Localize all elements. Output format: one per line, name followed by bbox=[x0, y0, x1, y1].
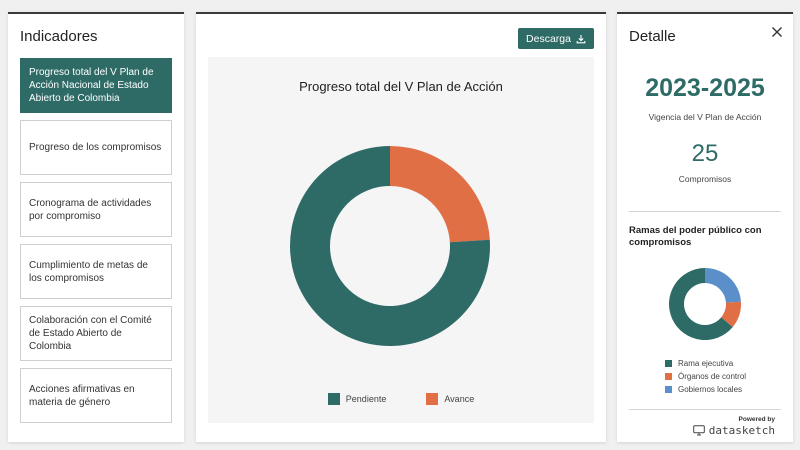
legend-swatch-organos-control bbox=[665, 373, 672, 380]
indicator-list: Progreso total del V Plan de Acción Naci… bbox=[20, 58, 172, 430]
datasketch-logo[interactable]: datasketch bbox=[692, 424, 775, 437]
legend-swatch-gobiernos-locales bbox=[665, 386, 672, 393]
legend-label-gobiernos-locales: Gobiernos locales bbox=[678, 385, 743, 394]
chart-legend: Pendiente Avance bbox=[208, 393, 594, 405]
monitor-icon bbox=[692, 425, 705, 436]
download-label: Descarga bbox=[526, 32, 571, 45]
legend-item-pendiente: Pendiente bbox=[327, 393, 387, 405]
legend-swatch-rama-ejecutiva bbox=[665, 360, 672, 367]
legend-swatch-pendiente bbox=[327, 393, 340, 405]
chart-title: Progreso total del V Plan de Acción bbox=[299, 79, 503, 94]
legend-swatch-avance bbox=[426, 393, 439, 405]
download-button[interactable]: Descarga bbox=[518, 28, 594, 49]
close-icon[interactable] bbox=[771, 26, 783, 42]
chart-area: Progreso total del V Plan de Acción Pend… bbox=[208, 57, 594, 423]
indicator-item-progreso-total[interactable]: Progreso total del V Plan de Acción Naci… bbox=[20, 58, 172, 113]
branches-title: Ramas del poder público con compromisos bbox=[629, 225, 762, 248]
legend-item-avance: Avance bbox=[426, 393, 474, 405]
legend-label-organos-control: Órganos de control bbox=[678, 372, 747, 381]
brand-name: datasketch bbox=[708, 424, 775, 437]
commitments-label: Compromisos bbox=[678, 174, 732, 184]
branches-donut-chart bbox=[669, 268, 741, 340]
indicators-title: Indicadores bbox=[20, 28, 98, 45]
detail-title: Detalle bbox=[629, 28, 676, 45]
footer-divider bbox=[629, 409, 781, 410]
legend-item-gobiernos-locales: Gobiernos locales bbox=[665, 383, 746, 396]
detail-panel: Detalle 2023-2025 Vigencia del V Plan de… bbox=[617, 12, 793, 442]
indicator-item-progreso-compromisos[interactable]: Progreso de los compromisos bbox=[20, 120, 172, 175]
download-icon bbox=[576, 34, 586, 43]
powered-by-label: Powered by bbox=[738, 416, 775, 423]
legend-item-rama-ejecutiva: Rama ejecutiva bbox=[665, 357, 746, 370]
period-label: Vigencia del V Plan de Acción bbox=[648, 112, 762, 122]
progress-donut-chart bbox=[290, 146, 490, 346]
progress-slice-avance[interactable] bbox=[390, 146, 490, 243]
indicator-item-cronograma[interactable]: Cronograma de actividades por compromiso bbox=[20, 182, 172, 237]
branches-slice-gobiernos-locales[interactable] bbox=[705, 268, 741, 303]
indicator-item-cumplimiento-metas[interactable]: Cumplimiento de metas de los compromisos bbox=[20, 244, 172, 299]
indicator-item-acciones-genero[interactable]: Acciones afirmativas en materia de géner… bbox=[20, 368, 172, 423]
legend-label-rama-ejecutiva: Rama ejecutiva bbox=[678, 359, 734, 368]
indicators-panel: Indicadores Progreso total del V Plan de… bbox=[8, 12, 184, 442]
commitments-count: 25 bbox=[691, 140, 719, 167]
divider bbox=[629, 211, 781, 212]
branches-legend: Rama ejecutiva Órganos de control Gobier… bbox=[665, 357, 746, 396]
chart-panel: Descarga Progreso total del V Plan de Ac… bbox=[196, 12, 606, 442]
legend-label-pendiente: Pendiente bbox=[345, 394, 387, 404]
legend-label-avance: Avance bbox=[444, 394, 475, 404]
period-value: 2023-2025 bbox=[645, 74, 765, 102]
legend-item-organos-control: Órganos de control bbox=[665, 370, 746, 383]
indicator-item-colaboracion-comite[interactable]: Colaboración con el Comité de Estado Abi… bbox=[20, 306, 172, 361]
